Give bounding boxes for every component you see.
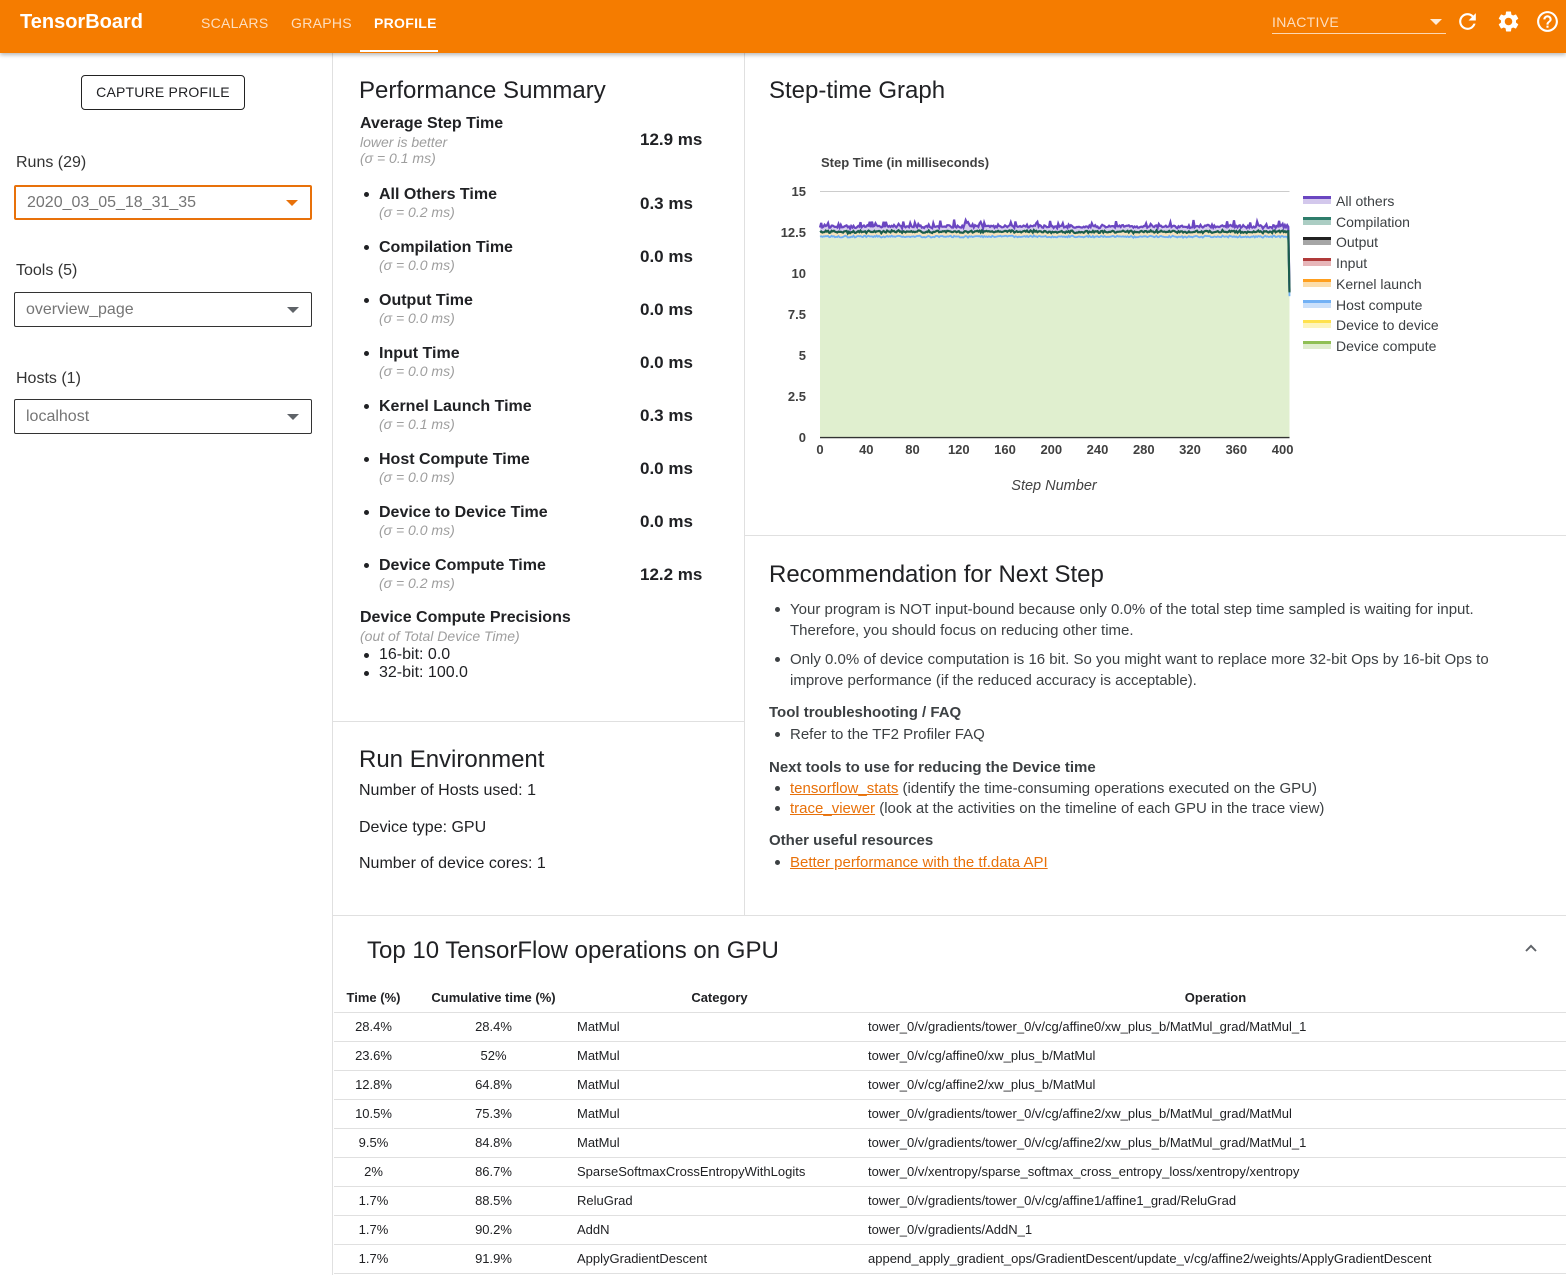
svg-text:400: 400 — [1272, 442, 1294, 457]
svg-text:7.5: 7.5 — [788, 307, 806, 322]
svg-text:120: 120 — [948, 442, 970, 457]
svg-text:360: 360 — [1225, 442, 1247, 457]
svg-text:12.5: 12.5 — [781, 225, 806, 240]
svg-text:0: 0 — [816, 442, 823, 457]
svg-text:15: 15 — [792, 184, 806, 199]
svg-text:2.5: 2.5 — [788, 389, 806, 404]
svg-text:10: 10 — [792, 266, 806, 281]
svg-text:Step Number: Step Number — [1011, 478, 1098, 494]
svg-text:280: 280 — [1133, 442, 1155, 457]
svg-text:Step Time (in milliseconds): Step Time (in milliseconds) — [821, 155, 989, 170]
svg-text:80: 80 — [905, 442, 919, 457]
svg-text:5: 5 — [799, 348, 806, 363]
svg-text:320: 320 — [1179, 442, 1201, 457]
svg-text:200: 200 — [1040, 442, 1062, 457]
svg-text:0: 0 — [799, 430, 806, 445]
svg-text:240: 240 — [1087, 442, 1109, 457]
svg-text:40: 40 — [859, 442, 873, 457]
svg-text:160: 160 — [994, 442, 1016, 457]
